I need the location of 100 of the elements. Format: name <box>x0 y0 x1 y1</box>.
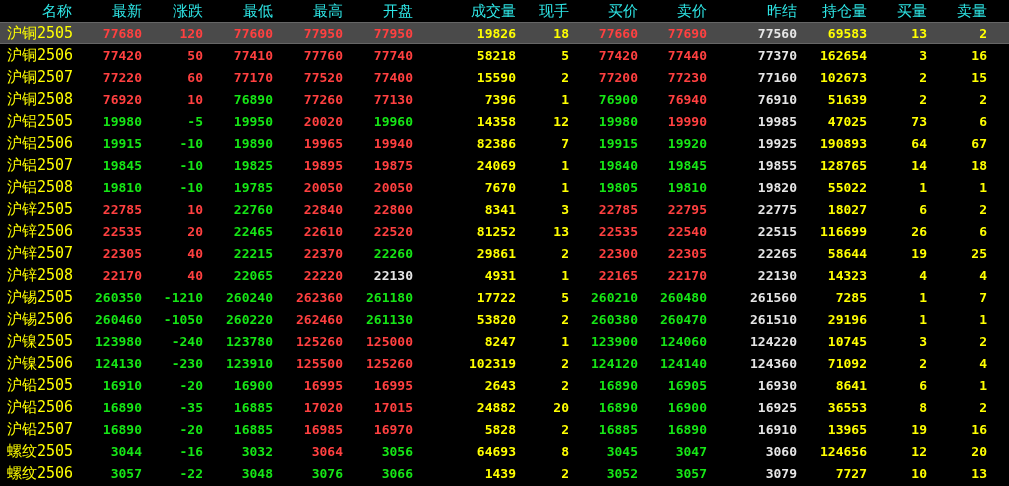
table-cell-text: 19820 <box>756 180 797 194</box>
table-cell-text: 58218 <box>475 48 516 62</box>
table-cell-text: 8 <box>560 444 569 458</box>
table-cell-text: 64693 <box>475 444 516 458</box>
table-row[interactable]: 沪铜2506 77420 50 77410 77760 77740 58218 5 77420 77440 77370 162654 3 16 <box>0 44 1009 66</box>
column-header[interactable]: 最新 <box>75 3 142 19</box>
table-cell-text: 1 <box>918 180 927 194</box>
table-cell-text: -1210 <box>162 290 203 304</box>
table-cell-text: 22785 <box>101 202 142 216</box>
column-header[interactable]: 买量 <box>867 3 927 19</box>
table-cell-text: 2 <box>560 70 569 84</box>
table-cell-text: -10 <box>178 136 203 150</box>
table-cell-text: 2 <box>560 378 569 392</box>
table-cell-text: 3 <box>918 334 927 348</box>
contract-name: 螺纹2506 <box>6 465 75 481</box>
table-cell-text: 3057 <box>674 466 707 480</box>
table-cell-text: 55022 <box>826 180 867 194</box>
column-header[interactable]: 最低 <box>203 3 273 19</box>
table-cell-text: 4 <box>918 268 927 282</box>
table-row[interactable]: 沪镍2506 124130 -230 123910 125500 125260 102319 2 124120 124140 124360 71092 2 4 <box>0 352 1009 374</box>
column-header[interactable]: 最高 <box>273 3 343 19</box>
table-cell-text: 125260 <box>295 334 343 348</box>
table-row[interactable]: 沪铝2508 19810 -10 19785 20050 20050 7670 1 19805 19810 19820 55022 1 1 <box>0 176 1009 198</box>
table-cell-text: 260460 <box>94 312 142 326</box>
table-row[interactable]: 螺纹2505 3044 -16 3032 3064 3056 64693 8 3045 3047 3060 124656 12 20 <box>0 440 1009 462</box>
column-header[interactable]: 持仓量 <box>797 3 867 19</box>
table-cell-text: 22265 <box>756 246 797 260</box>
table-cell-text: 8247 <box>483 334 516 348</box>
table-cell-text: 77260 <box>302 92 343 106</box>
table-cell-text: 77680 <box>101 26 142 40</box>
table-cell-text: 261130 <box>365 312 413 326</box>
table-cell-text: 2 <box>978 202 987 216</box>
table-cell-text: 20 <box>552 400 569 414</box>
table-row[interactable]: 沪铅2505 16910 -20 16900 16995 16995 2643 2 16890 16905 16930 8641 6 1 <box>0 374 1009 396</box>
table-cell-text: 20 <box>970 444 987 458</box>
column-header[interactable]: 卖量 <box>927 3 987 19</box>
column-header[interactable]: 昨结 <box>707 3 797 19</box>
table-cell-text: 262360 <box>295 290 343 304</box>
contract-name: 沪铜2508 <box>6 91 75 107</box>
table-cell-text: 13 <box>910 26 927 40</box>
table-cell-text: 16890 <box>101 422 142 436</box>
column-header[interactable]: 开盘 <box>343 3 413 19</box>
table-cell-text: 1 <box>978 180 987 194</box>
table-cell-text: 22760 <box>232 202 273 216</box>
table-row[interactable]: 沪铜2505 77680 120 77600 77950 77950 19826 18 77660 77690 77560 69583 13 2 <box>0 22 1009 44</box>
table-cell-text: 7396 <box>483 92 516 106</box>
table-cell-text: 77220 <box>101 70 142 84</box>
table-row[interactable]: 沪铅2506 16890 -35 16885 17020 17015 24882 20 16890 16900 16925 36553 8 2 <box>0 396 1009 418</box>
table-cell-text: 19845 <box>666 158 707 172</box>
column-header[interactable]: 名称 <box>0 3 75 19</box>
table-cell-text: 19890 <box>232 136 273 150</box>
column-header[interactable]: 买价 <box>569 3 638 19</box>
contract-name: 沪铜2507 <box>6 69 75 85</box>
table-cell-text: 22610 <box>302 224 343 238</box>
table-row[interactable]: 沪镍2505 123980 -240 123780 125260 125000 8247 1 123900 124060 124220 10745 3 2 <box>0 330 1009 352</box>
table-row[interactable]: 沪铅2507 16890 -20 16885 16985 16970 5828 2 16885 16890 16910 13965 19 16 <box>0 418 1009 440</box>
table-cell-text: 2 <box>560 466 569 480</box>
table-row[interactable]: 沪铝2505 19980 -5 19950 20020 19960 14358 12 19980 19990 19985 47025 73 6 <box>0 110 1009 132</box>
table-row[interactable]: 沪锌2506 22535 20 22465 22610 22520 81252 13 22535 22540 22515 116699 26 6 <box>0 220 1009 242</box>
table-row[interactable]: 沪锡2506 260460 -1050 260220 262460 261130 53820 2 260380 260470 261510 29196 1 1 <box>0 308 1009 330</box>
table-row[interactable]: 沪锡2505 260350 -1210 260240 262360 261180 17722 5 260210 260480 261560 7285 1 7 <box>0 286 1009 308</box>
table-row[interactable]: 沪铝2506 19915 -10 19890 19965 19940 82386 7 19915 19920 19925 190893 64 67 <box>0 132 1009 154</box>
table-row[interactable]: 沪锌2508 22170 40 22065 22220 22130 4931 1 22165 22170 22130 14323 4 4 <box>0 264 1009 286</box>
table-cell-text: 24882 <box>475 400 516 414</box>
table-cell-text: 3076 <box>310 466 343 480</box>
table-cell-text: 7727 <box>834 466 867 480</box>
table-cell-text: 261180 <box>365 290 413 304</box>
table-row[interactable]: 沪铜2508 76920 10 76890 77260 77130 7396 1 76900 76940 76910 51639 2 2 <box>0 88 1009 110</box>
table-cell-text: -16 <box>178 444 203 458</box>
table-cell-text: 13 <box>552 224 569 238</box>
table-row[interactable]: 沪铜2507 77220 60 77170 77520 77400 15590 2 77200 77230 77160 102673 2 15 <box>0 66 1009 88</box>
table-cell-text: 22370 <box>302 246 343 260</box>
table-cell-text: 2 <box>918 92 927 106</box>
table-cell-text: 58644 <box>826 246 867 260</box>
table-cell-text: 10745 <box>826 334 867 348</box>
table-cell-text: 3045 <box>605 444 638 458</box>
table-cell-text: 19990 <box>666 114 707 128</box>
table-cell-text: 2 <box>560 422 569 436</box>
table-cell-text: 3052 <box>605 466 638 480</box>
table-cell-text: 4 <box>978 356 987 370</box>
column-header[interactable]: 涨跌 <box>142 3 203 19</box>
table-row[interactable]: 螺纹2506 3057 -22 3048 3076 3066 1439 2 3052 3057 3079 7727 10 13 <box>0 462 1009 484</box>
column-header[interactable]: 卖价 <box>638 3 707 19</box>
table-cell-text: -10 <box>178 158 203 172</box>
table-cell-text: 3056 <box>380 444 413 458</box>
table-cell-text: 19940 <box>372 136 413 150</box>
table-cell-text: 20050 <box>302 180 343 194</box>
table-row[interactable]: 沪铝2507 19845 -10 19825 19895 19875 24069 1 19840 19845 19855 128765 14 18 <box>0 154 1009 176</box>
column-header[interactable]: 成交量 <box>413 3 516 19</box>
table-cell-text: 4 <box>978 268 987 282</box>
table-cell-text: 2643 <box>483 378 516 392</box>
table-cell-text: 124120 <box>590 356 638 370</box>
column-header[interactable]: 现手 <box>516 3 569 19</box>
table-row[interactable]: 沪锌2505 22785 10 22760 22840 22800 8341 3 22785 22795 22775 18027 6 2 <box>0 198 1009 220</box>
table-cell-text: 18027 <box>826 202 867 216</box>
table-cell-text: 14 <box>910 158 927 172</box>
table-row[interactable]: 沪锌2507 22305 40 22215 22370 22260 29861 2 22300 22305 22265 58644 19 25 <box>0 242 1009 264</box>
table-cell-text: 2 <box>560 312 569 326</box>
table-cell-text: 16985 <box>302 422 343 436</box>
table-cell-text: 2 <box>978 400 987 414</box>
